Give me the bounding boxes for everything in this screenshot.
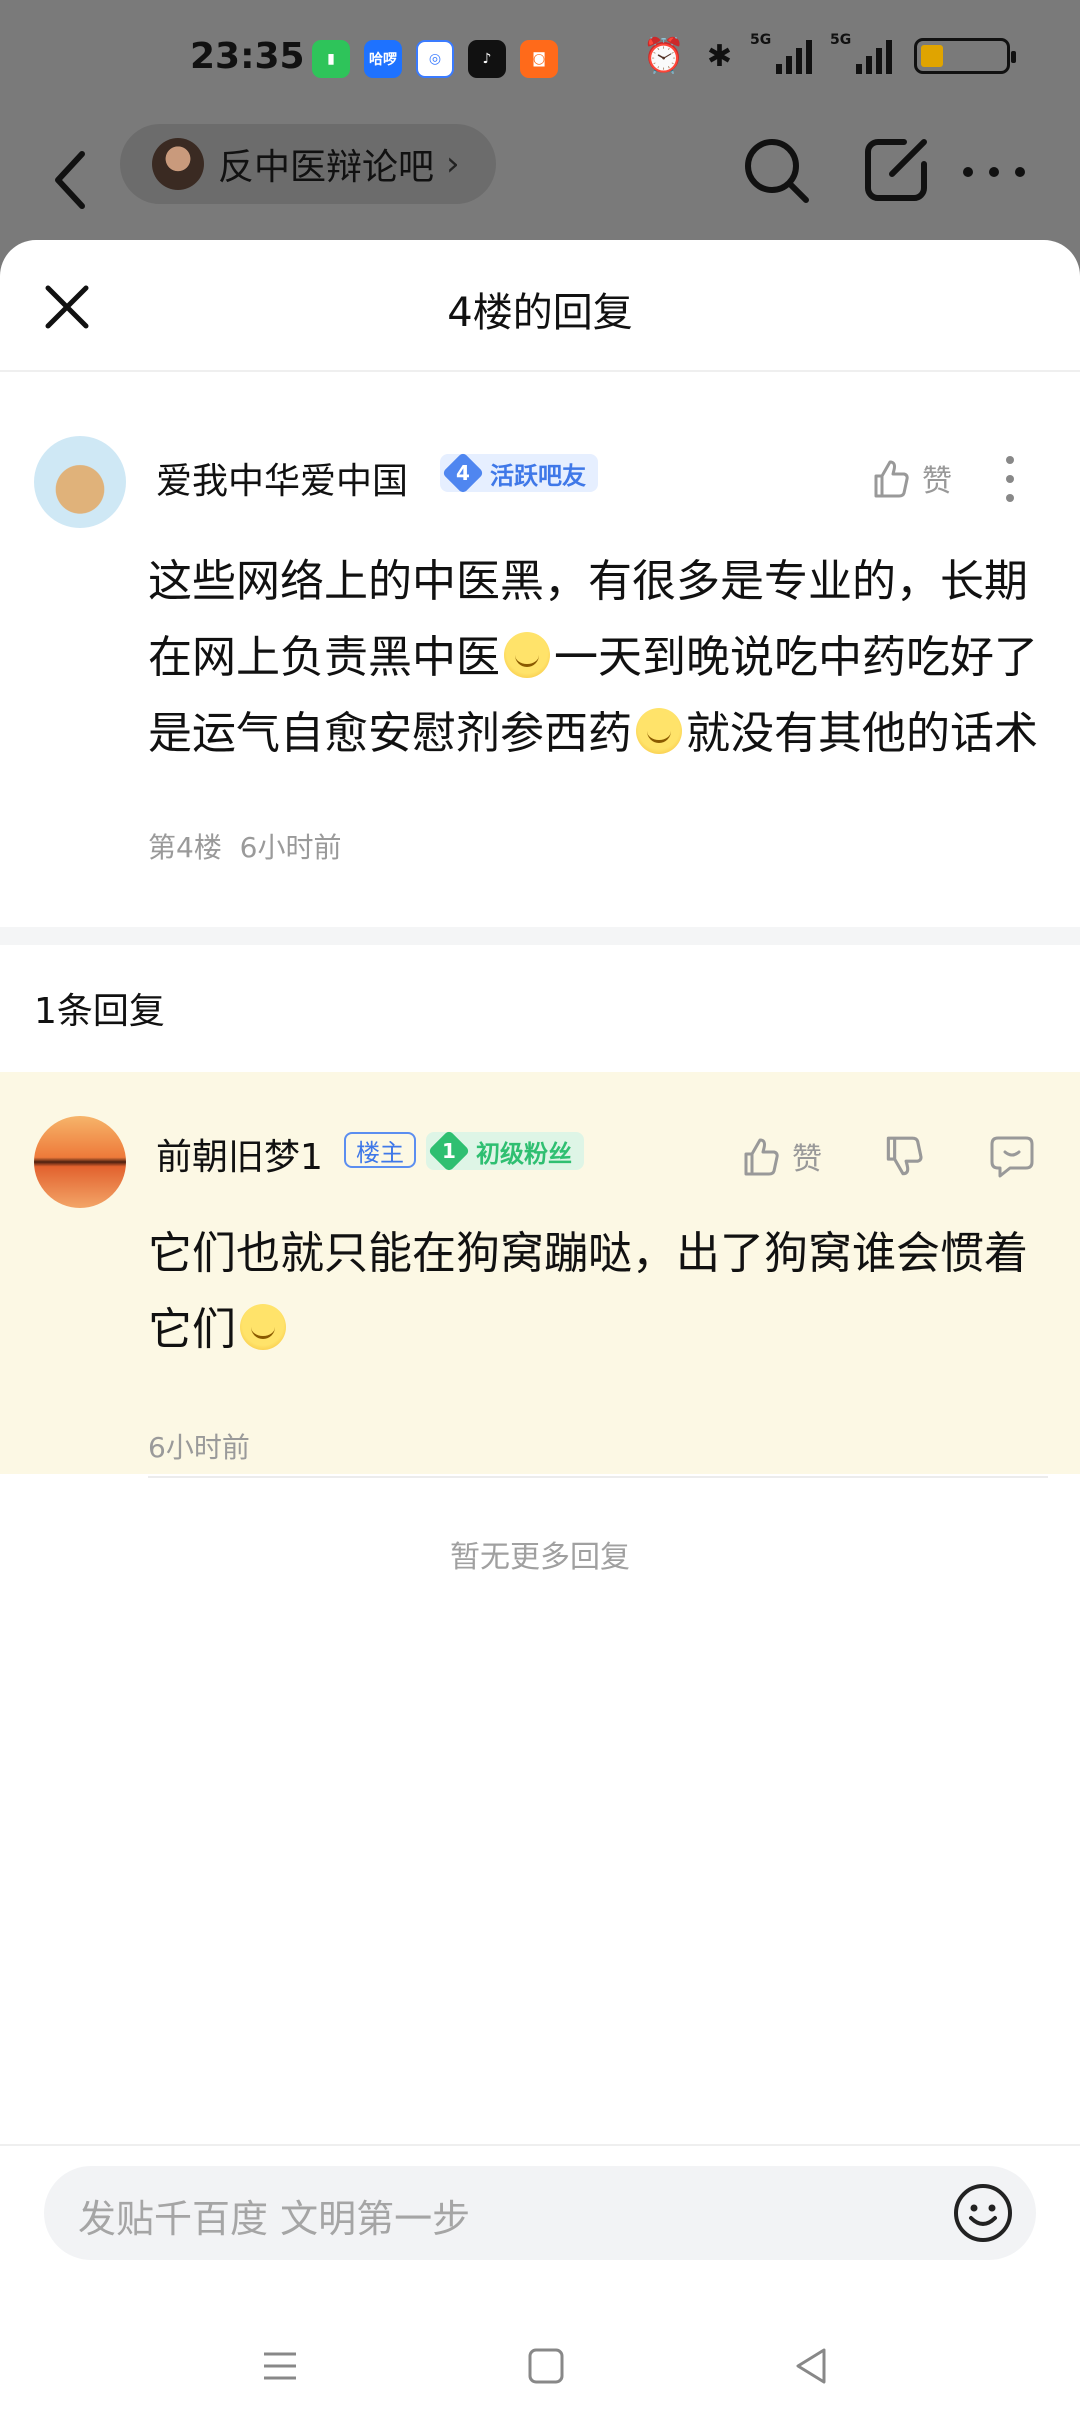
forum-link[interactable]: 反中医辩论吧 › xyxy=(120,124,496,204)
like-button[interactable]: 赞 xyxy=(868,456,952,500)
grin-emoji-icon xyxy=(504,632,550,678)
alarm-icon: ⏰ xyxy=(642,36,685,76)
level-badge: 1 初级粉丝 xyxy=(426,1129,584,1173)
like-button[interactable]: 赞 xyxy=(738,1134,822,1178)
chevron-right-icon: › xyxy=(446,144,460,184)
sheet-header: 4楼的回复 xyxy=(0,240,1080,372)
reply-item: 前朝旧梦1 楼主 1 初级粉丝 赞 它们也就只能在狗窝蹦哒，出了狗窝谁会惯着它们… xyxy=(0,1072,1080,1474)
avatar[interactable] xyxy=(34,436,126,528)
level-number: 1 xyxy=(442,1138,456,1163)
replies-sheet: 4楼的回复 爱我中华爱中国 4 活跃吧友 赞 这些网络上的中医黑，有很多是专业的… xyxy=(0,240,1080,2414)
bottom-bar: 发贴千百度 文明第一步 xyxy=(0,2144,1080,2414)
clock: 23:35 xyxy=(190,36,305,77)
edit-icon[interactable] xyxy=(856,130,936,210)
browser-app-icon: ◎ xyxy=(416,40,454,78)
like-label: 赞 xyxy=(922,464,952,499)
signal-icon: 5G xyxy=(750,32,812,74)
back-icon[interactable] xyxy=(44,140,104,220)
reply-count: 1条回复 xyxy=(34,991,165,1032)
status-bar: 23:35 ▮ 哈啰 ◎ ♪ ◙ ⏰ ✱ 5G 5G xyxy=(0,0,1080,120)
signal-label-2: 5G xyxy=(830,32,852,48)
sheet-title: 4楼的回复 xyxy=(447,290,633,336)
post-text-part: 就没有其他的话术 xyxy=(686,708,1038,759)
post-username[interactable]: 爱我中华爱中国 xyxy=(156,452,408,504)
post-time: 6小时前 xyxy=(239,831,342,864)
floor-number: 第4楼 xyxy=(148,831,222,864)
tiktok-app-icon: ♪ xyxy=(468,40,506,78)
reply-time: 6小时前 xyxy=(148,1431,250,1464)
emoji-icon[interactable] xyxy=(952,2182,1014,2244)
more-vertical-icon[interactable] xyxy=(1000,454,1020,504)
home-icon[interactable] xyxy=(516,2336,576,2396)
forum-name: 反中医辩论吧 xyxy=(218,147,435,188)
like-label: 赞 xyxy=(792,1142,822,1177)
forum-avatar xyxy=(152,138,204,190)
battery-icon xyxy=(914,38,1016,74)
reply-content: 它们也就只能在狗窝蹦哒，出了狗窝谁会惯着它们 xyxy=(148,1216,1048,1368)
no-more-replies: 暂无更多回复 xyxy=(450,1540,630,1575)
more-icon[interactable] xyxy=(954,130,1034,210)
thumbs-up-icon xyxy=(744,1138,779,1176)
reply-input[interactable]: 发贴千百度 文明第一步 xyxy=(44,2166,1036,2260)
thread-header: 反中医辩论吧 › xyxy=(0,120,1080,240)
signal-label: 5G xyxy=(750,32,772,48)
smile-emoji-icon xyxy=(240,1304,286,1350)
level-title: 初级粉丝 xyxy=(476,1139,572,1168)
grin-emoji-icon xyxy=(636,708,682,754)
reader-app-icon: ◙ xyxy=(520,40,558,78)
haxi-app-icon: 哈啰 xyxy=(364,40,402,78)
search-icon[interactable] xyxy=(736,130,816,210)
level-number: 4 xyxy=(456,460,470,485)
floor-post: 爱我中华爱中国 4 活跃吧友 赞 这些网络上的中医黑，有很多是专业的，长期在网上… xyxy=(0,372,1080,927)
divider xyxy=(148,1476,1048,1478)
section-divider xyxy=(0,927,1080,945)
avatar[interactable] xyxy=(34,1116,126,1208)
signal-icon-2: 5G xyxy=(830,32,892,74)
reply-username[interactable]: 前朝旧梦1 xyxy=(156,1128,323,1180)
comment-icon[interactable] xyxy=(988,1132,1036,1180)
input-placeholder: 发贴千百度 文明第一步 xyxy=(78,2197,471,2241)
owner-tag: 楼主 xyxy=(344,1132,416,1168)
battery-app-icon: ▮ xyxy=(312,40,350,78)
post-content: 这些网络上的中医黑，有很多是专业的，长期在网上负责黑中医 一天到晚说吃中药吃好了是… xyxy=(148,544,1048,772)
level-title: 活跃吧友 xyxy=(490,461,586,490)
system-icons: ⏰ ✱ 5G 5G xyxy=(642,32,1016,76)
thumbs-down-icon[interactable] xyxy=(880,1134,926,1180)
notification-icons: ▮ 哈啰 ◎ ♪ ◙ xyxy=(312,40,558,78)
menu-icon[interactable] xyxy=(250,2336,310,2396)
post-meta: 第4楼 6小时前 xyxy=(148,826,341,866)
back-nav-icon[interactable] xyxy=(782,2336,842,2396)
bluetooth-icon: ✱ xyxy=(706,38,732,74)
thumbs-up-icon xyxy=(874,460,909,498)
level-badge: 4 活跃吧友 xyxy=(440,451,598,495)
